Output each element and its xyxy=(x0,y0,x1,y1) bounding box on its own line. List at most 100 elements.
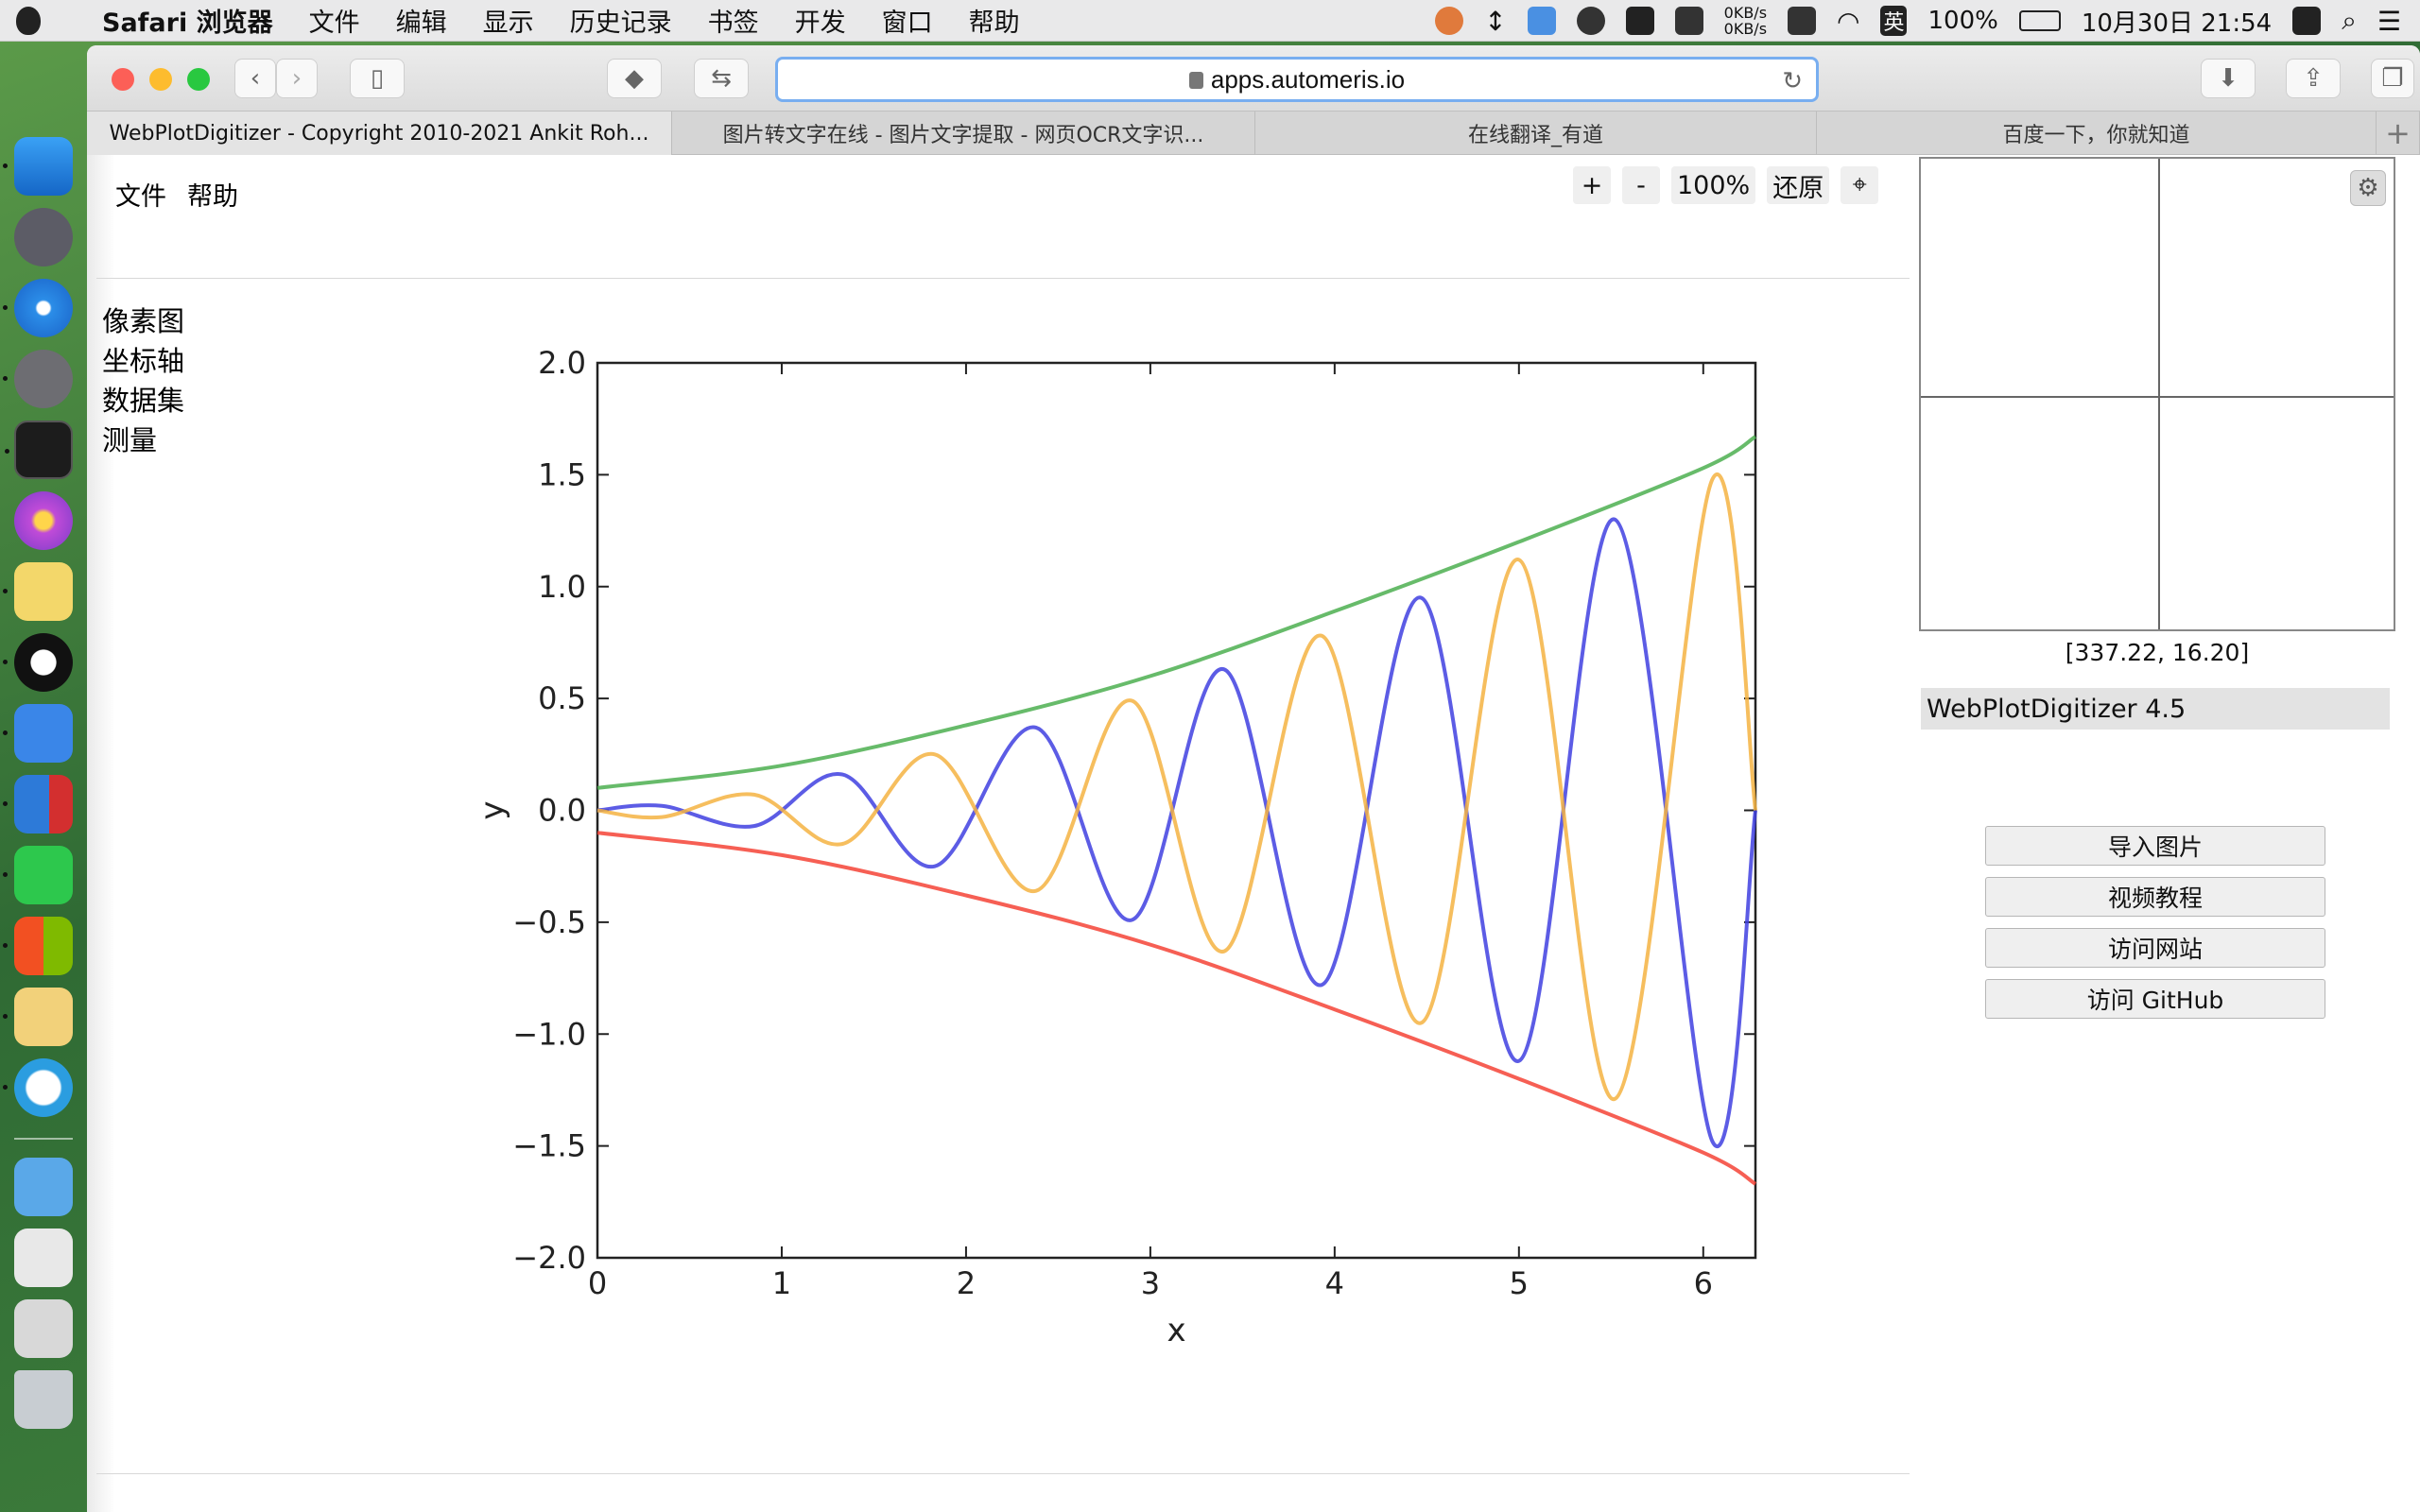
menubar-item-file[interactable]: 文件 xyxy=(309,2,360,39)
input-method[interactable]: 英 xyxy=(1880,6,1908,36)
zoom-level[interactable]: 100% xyxy=(1671,166,1756,204)
chevron-left-icon: ‹ xyxy=(250,64,261,93)
qq-penguin-icon[interactable] xyxy=(3,633,73,692)
clock[interactable]: 10月30日 21:54 xyxy=(2082,4,2272,39)
menubar-app-name[interactable]: Safari 浏览器 xyxy=(102,2,273,39)
x-tick-label: 4 xyxy=(1325,1265,1344,1301)
url-text: apps.automeris.io xyxy=(1210,64,1406,94)
reload-icon[interactable]: ↻ xyxy=(1782,67,1803,95)
close-window-button[interactable] xyxy=(112,68,134,91)
tabs-icon: ❐ xyxy=(2381,64,2404,93)
extension-button[interactable]: ◆ xyxy=(607,59,662,98)
screenshot-icon[interactable] xyxy=(1527,7,1556,35)
zoom-in-button[interactable]: + xyxy=(1573,166,1611,204)
screenshot-thumbnail-icon[interactable] xyxy=(14,1299,73,1358)
photos-flower-icon[interactable] xyxy=(14,491,73,550)
x-tick-label: 1 xyxy=(772,1265,791,1301)
y-axis-label: y xyxy=(474,800,511,819)
trash-icon[interactable] xyxy=(14,1370,73,1429)
menu-help[interactable]: 帮助 xyxy=(187,176,238,213)
apple-icon[interactable] xyxy=(0,0,57,42)
zoom-window-button[interactable] xyxy=(187,68,210,91)
dock-separator xyxy=(14,1138,73,1140)
menubar-item-bookmarks[interactable]: 书签 xyxy=(708,2,759,39)
windows-app-icon[interactable] xyxy=(3,917,73,975)
webplotdigitizer-page: 文件 帮助 + - 100% 还原 ⌖ 像素图 坐标轴 数据集 测量 0 1 2 3 4… xyxy=(87,155,2420,1512)
back-button[interactable]: ‹ xyxy=(234,59,276,98)
launchpad-icon[interactable] xyxy=(14,208,73,266)
translate-button[interactable]: ⇆ xyxy=(694,59,749,98)
tab-overview-button[interactable]: ❐ xyxy=(2371,59,2414,98)
y-tick-label: 0.5 xyxy=(538,680,586,716)
minimize-window-button[interactable] xyxy=(149,68,172,91)
x-tick-label: 5 xyxy=(1510,1265,1529,1301)
menubar-item-history[interactable]: 历史记录 xyxy=(570,2,672,39)
note-icon[interactable] xyxy=(1625,7,1654,35)
folder-app-icon[interactable] xyxy=(3,988,73,1046)
finder-icon[interactable] xyxy=(3,137,73,196)
share-icon: ⇪ xyxy=(2303,64,2324,93)
crosshair-horizontal xyxy=(1921,396,2394,398)
notification-center-icon[interactable]: ☰ xyxy=(2377,6,2401,37)
tab-baidu[interactable]: 百度一下，你就知道 xyxy=(1817,112,2377,155)
x-tick-label: 3 xyxy=(1141,1265,1160,1301)
wechat-dock-icon[interactable] xyxy=(3,846,73,904)
display-icon[interactable] xyxy=(1788,7,1817,35)
share-button[interactable]: ⇪ xyxy=(2286,59,2341,98)
stickies-icon[interactable] xyxy=(3,562,73,621)
visit-website-button[interactable]: 访问网站 xyxy=(1985,928,2325,968)
feishu-icon[interactable] xyxy=(3,704,73,763)
y-tick-label: −1.5 xyxy=(512,1128,586,1164)
address-bar[interactable]: apps.automeris.io ↻ xyxy=(775,57,1819,102)
wechat-icon[interactable] xyxy=(1576,7,1605,35)
y-tick-label: 2.0 xyxy=(538,345,586,381)
parallels-icon[interactable] xyxy=(3,775,73,833)
crosshair-vertical xyxy=(2158,159,2160,629)
zoom-out-button[interactable]: - xyxy=(1622,166,1660,204)
activity-monitor-icon[interactable] xyxy=(5,421,73,479)
menubar-item-develop[interactable]: 开发 xyxy=(795,2,846,39)
system-preferences-icon[interactable] xyxy=(3,350,73,408)
battery-percent: 100% xyxy=(1927,7,1998,35)
crosshair-icon[interactable]: ⌖ xyxy=(1841,166,1879,204)
side-menu-axes[interactable]: 坐标轴 xyxy=(102,341,184,381)
video-tutorial-button[interactable]: 视频教程 xyxy=(1985,877,2325,917)
tab-webplotdigitizer[interactable]: WebPlotDigitizer - Copyright 2010-2021 A… xyxy=(87,112,672,155)
side-menu-image[interactable]: 像素图 xyxy=(102,301,184,341)
safari-icon[interactable] xyxy=(3,279,73,337)
spotlight-search-icon[interactable]: ⌕ xyxy=(2342,5,2357,37)
gear-icon[interactable]: ⚙ xyxy=(2350,170,2386,206)
document-thumbnail-icon[interactable] xyxy=(14,1228,73,1287)
wifi-icon[interactable]: ◠ xyxy=(1837,6,1859,37)
extension-icon: ◆ xyxy=(625,64,644,93)
menubar-item-help[interactable]: 帮助 xyxy=(969,2,1020,39)
divider xyxy=(96,278,1910,279)
x-axis-label: x xyxy=(1167,1312,1185,1346)
download-icon: ⬇ xyxy=(2218,64,2238,93)
side-menu-measure[interactable]: 测量 xyxy=(102,421,184,460)
x-tick-label: 6 xyxy=(1694,1265,1713,1301)
sidebar-toggle-button[interactable]: ▯ xyxy=(350,59,405,98)
downloads-button[interactable]: ⬇ xyxy=(2201,59,2256,98)
battery-icon[interactable] xyxy=(2018,10,2061,31)
load-image-button[interactable]: 导入图片 xyxy=(1985,826,2325,866)
menubar-item-edit[interactable]: 编辑 xyxy=(396,2,447,39)
pinwheel-icon[interactable] xyxy=(1435,7,1464,35)
ev-recorder-icon[interactable] xyxy=(3,1058,73,1117)
tab-youdao[interactable]: 在线翻译_有道 xyxy=(1255,112,1817,155)
visit-github-button[interactable]: 访问 GitHub xyxy=(1985,979,2325,1019)
sogou-icon[interactable] xyxy=(2292,7,2322,35)
updown-arrow-icon[interactable]: ↕ xyxy=(1484,6,1506,37)
side-menu-datasets[interactable]: 数据集 xyxy=(102,381,184,421)
menubar-item-window[interactable]: 窗口 xyxy=(882,2,933,39)
plot-frame xyxy=(596,361,1757,1260)
cat-icon[interactable] xyxy=(1674,7,1703,35)
tab-ocr[interactable]: 图片转文字在线 - 图片文字提取 - 网页OCR文字识... xyxy=(672,112,1255,155)
forward-button[interactable]: › xyxy=(276,59,318,98)
zoom-reset-button[interactable]: 还原 xyxy=(1767,166,1830,204)
new-tab-button[interactable]: + xyxy=(2377,112,2420,155)
plot-canvas[interactable]: 0 1 2 3 4 5 6 2.0 1.5 1.0 0.5 0.0 −0.5 −1.0 −1.5 −2.0 x y xyxy=(465,335,1902,1346)
downloads-folder-icon[interactable] xyxy=(14,1158,73,1216)
menu-file[interactable]: 文件 xyxy=(115,176,166,213)
menubar-item-view[interactable]: 显示 xyxy=(483,2,534,39)
